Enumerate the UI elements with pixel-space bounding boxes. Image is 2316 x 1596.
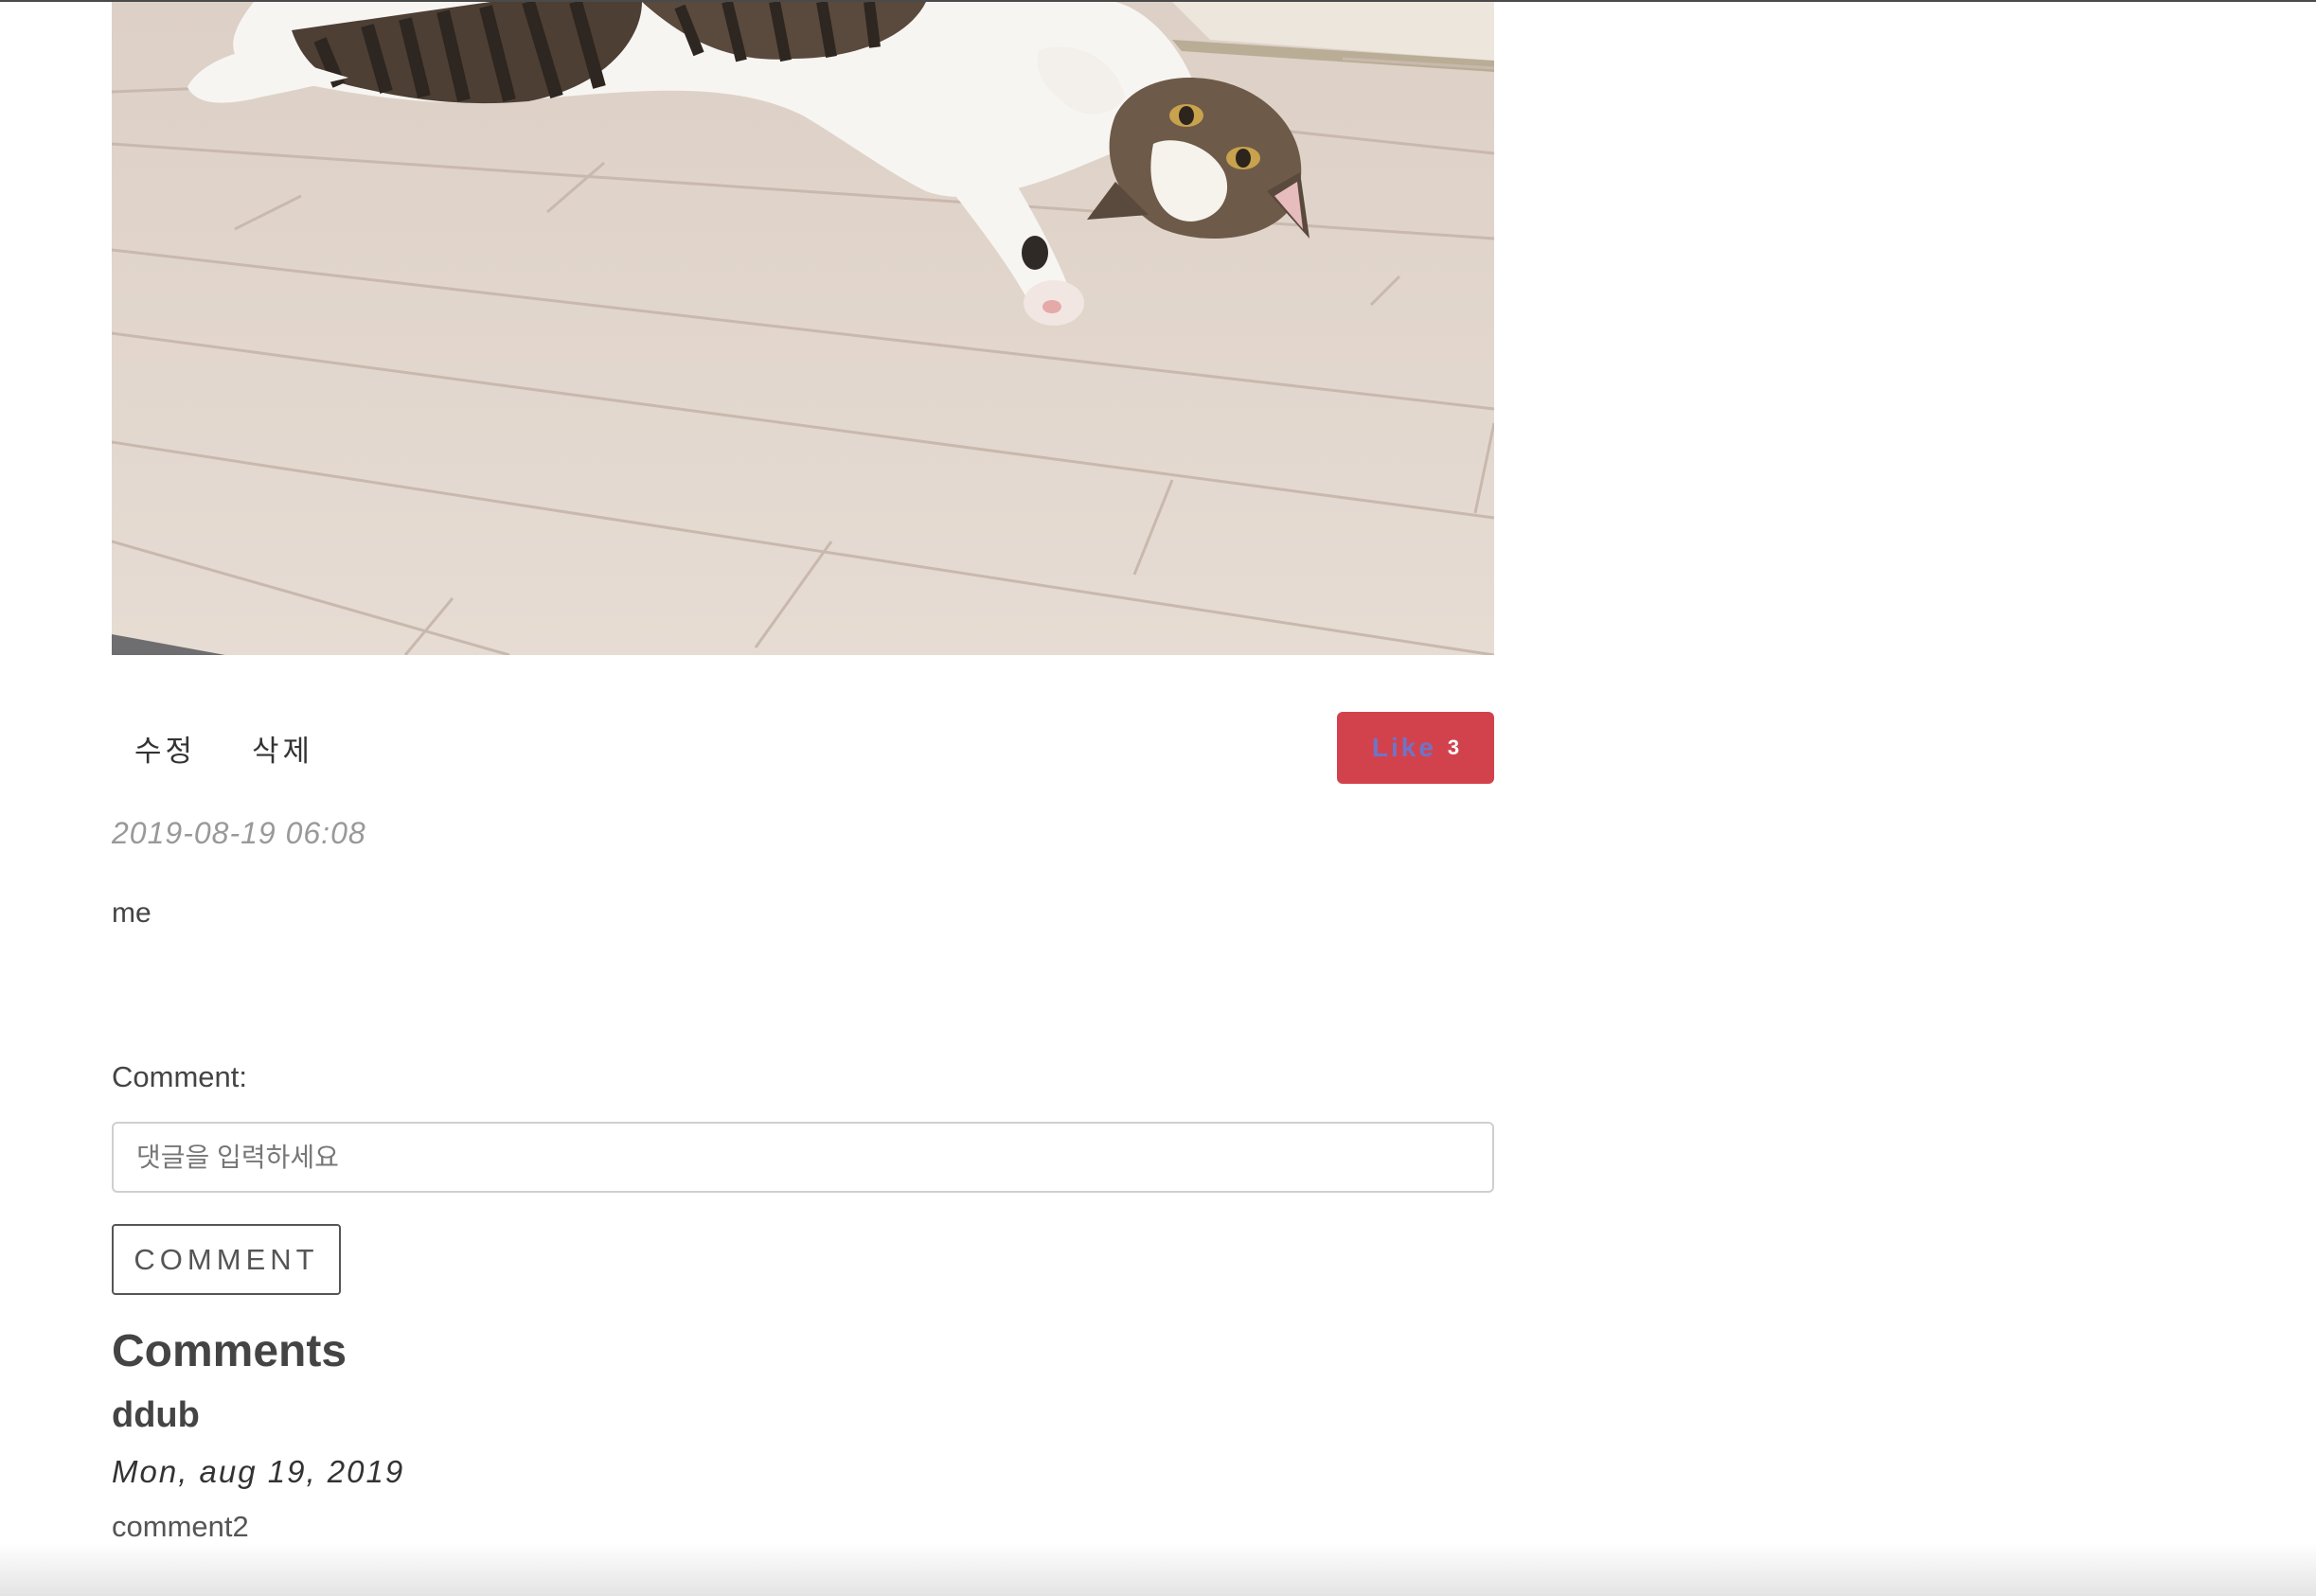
post-image xyxy=(112,2,1494,655)
comment-author: ddub xyxy=(112,1395,200,1435)
post-body: me xyxy=(112,897,151,929)
comment-field-label: Comment: xyxy=(112,1060,247,1093)
edit-post-link[interactable]: 수정 xyxy=(134,727,196,770)
comment-date: Mon, aug 19, 2019 xyxy=(112,1454,405,1489)
comment-submit-button[interactable]: COMMENT xyxy=(112,1224,341,1295)
post-actions: 수정 삭제 Like 3 xyxy=(112,712,1494,784)
post-date: 2019-08-19 06:08 xyxy=(112,816,366,850)
comment-input[interactable] xyxy=(112,1122,1494,1193)
delete-post-link[interactable]: 삭제 xyxy=(252,727,313,770)
bottom-shadow xyxy=(0,1543,2316,1596)
like-label: Like xyxy=(1371,733,1436,762)
like-button[interactable]: Like 3 xyxy=(1337,712,1494,784)
cat-photo-image xyxy=(112,2,1494,655)
comment-text: comment2 xyxy=(112,1510,249,1543)
comments-heading: Comments xyxy=(112,1326,347,1376)
like-count-badge: 3 xyxy=(1447,736,1460,759)
